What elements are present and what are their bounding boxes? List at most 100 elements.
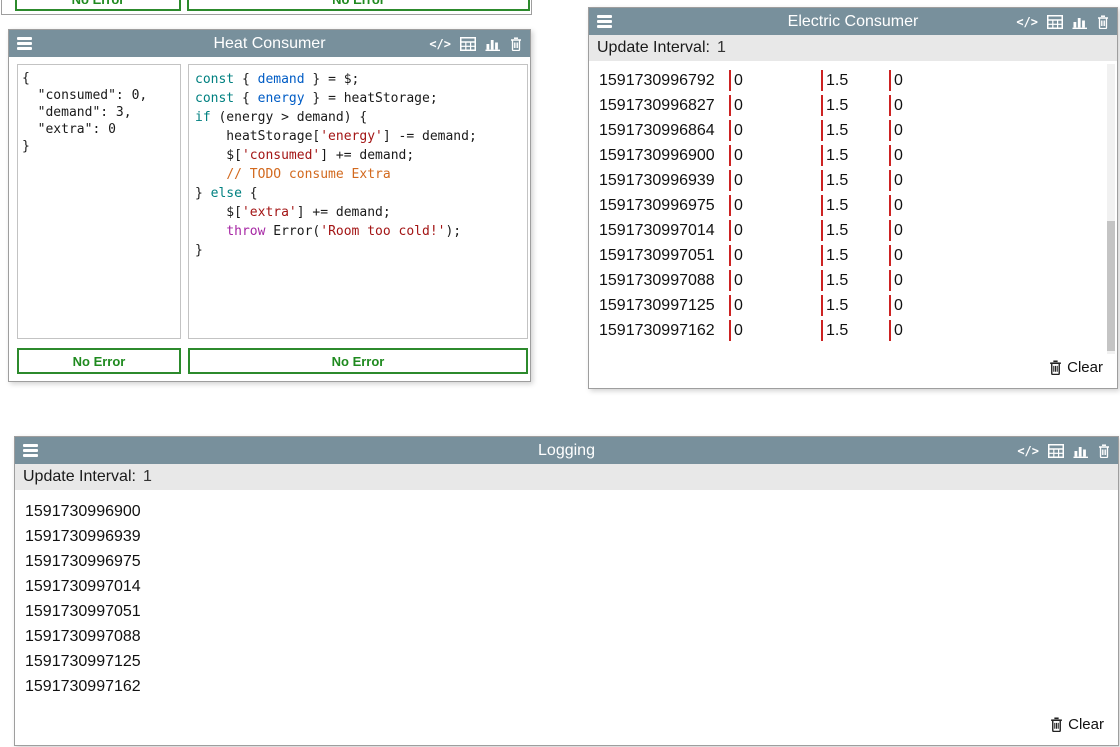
table-cell: 1.5 — [821, 120, 889, 141]
logging-panel: Logging </> Upd — [14, 436, 1119, 746]
trash-icon[interactable] — [1098, 444, 1110, 458]
table-row: 159173099686401.50 — [589, 118, 1117, 143]
log-entry: 1591730997125 — [15, 649, 1118, 674]
status-badge: No Error — [15, 0, 181, 11]
table-cell: 0 — [729, 170, 821, 191]
table-cell: 1.5 — [821, 195, 889, 216]
log-entry: 1591730997088 — [15, 624, 1118, 649]
header-icons: </> — [429, 37, 522, 51]
table-cell: 0 — [729, 295, 821, 316]
clear-label: Clear — [1067, 359, 1103, 376]
table-cell: 1591730997162 — [599, 320, 729, 341]
table-cell: 0 — [729, 70, 821, 91]
header-icons: </> — [1017, 444, 1110, 458]
table-cell: 0 — [889, 270, 903, 291]
log-entry: 1591730997162 — [15, 674, 1118, 699]
table-cell: 1.5 — [821, 145, 889, 166]
table-cell: 0 — [889, 220, 903, 241]
panel-title: Logging — [15, 442, 1118, 460]
table-cell: 0 — [889, 320, 903, 341]
table-row: 159173099697501.50 — [589, 193, 1117, 218]
table-cell: 1.5 — [821, 95, 889, 116]
log-entry: 1591730997051 — [15, 599, 1118, 624]
trash-icon — [1050, 717, 1063, 732]
panel-header: Heat Consumer </> — [9, 30, 530, 57]
table-cell: 0 — [729, 320, 821, 341]
table-cell: 1591730997051 — [599, 245, 729, 266]
table-cell: 1591730997125 — [599, 295, 729, 316]
table-cell: 0 — [729, 245, 821, 266]
clear-label: Clear — [1068, 716, 1104, 733]
table-cell: 0 — [729, 95, 821, 116]
table-cell: 1591730997088 — [599, 270, 729, 291]
table-cell: 0 — [889, 95, 903, 116]
table-cell: 0 — [889, 245, 903, 266]
log-entry: 1591730996900 — [15, 499, 1118, 524]
update-interval-label: Update Interval: — [597, 39, 710, 57]
chart-icon[interactable] — [485, 37, 501, 51]
table-cell: 1.5 — [821, 245, 889, 266]
code-editor[interactable]: const { demand } = $;const { energy } = … — [188, 64, 528, 339]
update-interval-row: Update Interval: 1 — [15, 464, 1118, 490]
panel-header: Electric Consumer </> — [589, 8, 1117, 35]
scrollbar[interactable] — [1107, 64, 1115, 354]
table-row: 159173099712501.50 — [589, 293, 1117, 318]
status-badge-label: No Error — [332, 354, 385, 369]
chart-icon[interactable] — [1072, 15, 1088, 29]
status-badge: No Error — [187, 0, 530, 11]
update-interval-value[interactable]: 1 — [717, 39, 726, 57]
table-cell: 0 — [729, 270, 821, 291]
status-badge-label: No Error — [73, 354, 126, 369]
table-cell: 0 — [889, 145, 903, 166]
log-entry: 1591730996939 — [15, 524, 1118, 549]
code-icon[interactable]: </> — [429, 37, 451, 51]
table-cell: 0 — [889, 170, 903, 191]
code-icon[interactable]: </> — [1017, 444, 1039, 458]
table-cell: 1.5 — [821, 295, 889, 316]
table-icon[interactable] — [1047, 15, 1063, 29]
table-cell: 1.5 — [821, 220, 889, 241]
table-row: 159173099690001.50 — [589, 143, 1117, 168]
table-cell: 1591730996827 — [599, 95, 729, 116]
trash-icon — [1049, 360, 1062, 375]
table-cell: 1591730997014 — [599, 220, 729, 241]
header-icons: </> — [1016, 15, 1109, 29]
trash-icon[interactable] — [1097, 15, 1109, 29]
menu-icon[interactable] — [597, 15, 612, 28]
state-json-editor[interactable]: { "consumed": 0, "demand": 3, "extra": 0… — [17, 64, 181, 339]
table-cell: 1.5 — [821, 270, 889, 291]
table-row: 159173099716201.50 — [589, 318, 1117, 343]
table-cell: 1591730996792 — [599, 70, 729, 91]
table-cell: 0 — [729, 195, 821, 216]
table-row: 159173099708801.50 — [589, 268, 1117, 293]
update-interval-label: Update Interval: — [23, 468, 136, 486]
table-cell: 0 — [889, 195, 903, 216]
heat-consumer-panel: Heat Consumer </> { — [8, 29, 531, 382]
update-interval-value[interactable]: 1 — [143, 468, 152, 486]
table-cell: 0 — [889, 295, 903, 316]
table-cell: 0 — [729, 145, 821, 166]
chart-icon[interactable] — [1073, 444, 1089, 458]
table-cell: 0 — [729, 120, 821, 141]
menu-icon[interactable] — [17, 37, 32, 50]
scrollbar-thumb[interactable] — [1107, 221, 1115, 352]
table-cell: 1591730996864 — [599, 120, 729, 141]
table-cell: 1.5 — [821, 70, 889, 91]
table-icon[interactable] — [1048, 444, 1064, 458]
clear-button[interactable]: Clear — [1049, 359, 1103, 376]
trash-icon[interactable] — [510, 37, 522, 51]
table-icon[interactable] — [460, 37, 476, 51]
log-entry: 1591730996975 — [15, 549, 1118, 574]
table-row: 159173099679201.50 — [589, 68, 1117, 93]
menu-icon[interactable] — [23, 444, 38, 457]
table-cell: 1.5 — [821, 170, 889, 191]
update-interval-row: Update Interval: 1 — [589, 35, 1117, 61]
clear-button[interactable]: Clear — [1050, 716, 1104, 733]
status-badge-label: No Error — [189, 0, 528, 9]
table-row: 159173099705101.50 — [589, 243, 1117, 268]
code-icon[interactable]: </> — [1016, 15, 1038, 29]
table-cell: 1591730996975 — [599, 195, 729, 216]
table-cell: 1591730996900 — [599, 145, 729, 166]
status-badge: No Error — [17, 348, 181, 374]
table-cell: 0 — [889, 70, 903, 91]
